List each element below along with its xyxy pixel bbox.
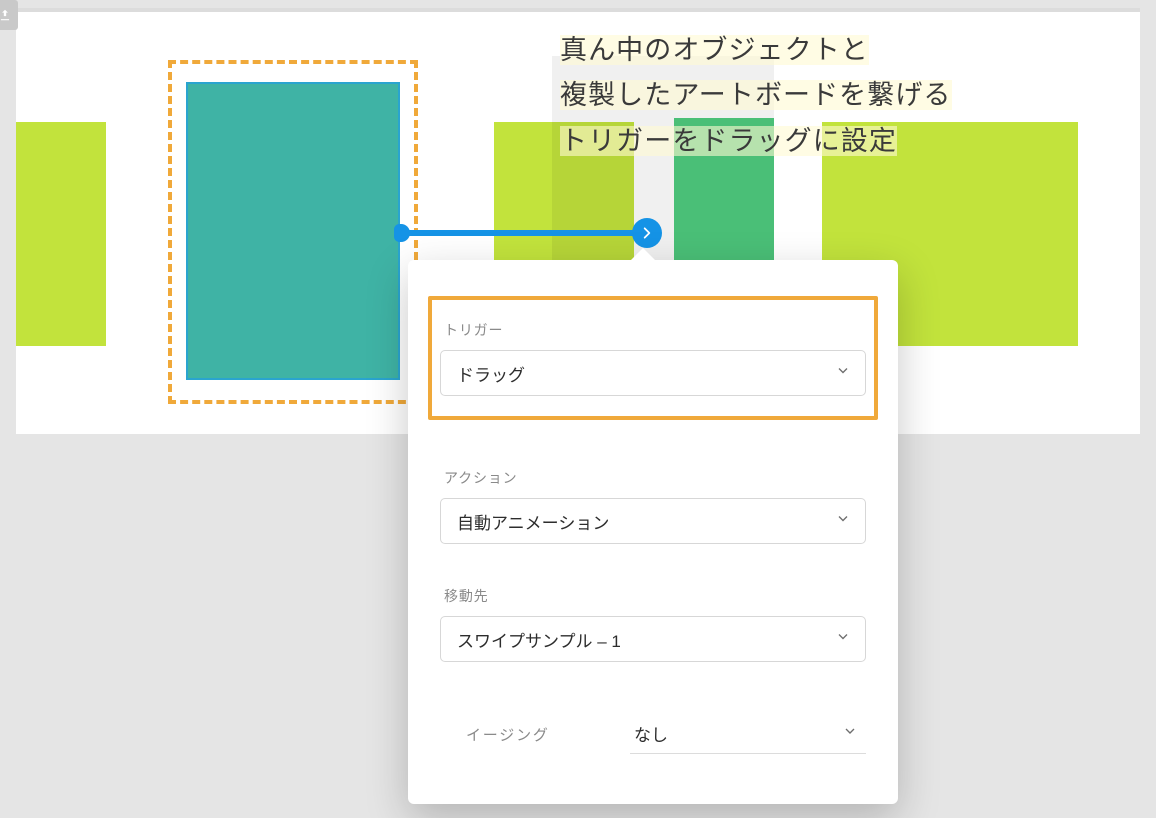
- trigger-dropdown[interactable]: ドラッグ: [440, 350, 866, 396]
- annotation-line-2: 複製したアートボードを繋げる: [560, 80, 952, 110]
- interaction-popover: トリガー ドラッグ アクション 自動アニメーション 移動先 スワイプサンプル –…: [408, 260, 898, 804]
- connector-arrow-icon[interactable]: [632, 218, 662, 248]
- action-value: 自動アニメーション: [457, 509, 609, 534]
- action-dropdown[interactable]: 自動アニメーション: [440, 498, 866, 544]
- chevron-down-icon: [835, 363, 851, 384]
- easing-dropdown[interactable]: なし: [630, 714, 866, 754]
- chevron-down-icon: [842, 723, 858, 744]
- annotation-line-3: トリガーをドラッグに設定: [560, 126, 897, 156]
- prototype-connector[interactable]: [400, 230, 638, 236]
- easing-label: イージング: [440, 724, 630, 745]
- destination-label: 移動先: [444, 586, 866, 606]
- action-label: アクション: [444, 468, 866, 488]
- green-block-left[interactable]: [16, 122, 106, 346]
- chevron-down-icon: [835, 629, 851, 650]
- trigger-label: トリガー: [444, 320, 866, 340]
- annotation-text: 真ん中のオブジェクトと 複製したアートボードを繋げる トリガーをドラッグに設定: [560, 28, 1036, 164]
- easing-value: なし: [634, 721, 668, 746]
- upload-icon[interactable]: [0, 0, 18, 30]
- canvas-stage: 真ん中のオブジェクトと 複製したアートボードを繋げる トリガーをドラッグに設定 …: [0, 0, 1156, 818]
- chevron-down-icon: [835, 511, 851, 532]
- trigger-value: ドラッグ: [457, 361, 525, 386]
- selected-center-object[interactable]: [186, 82, 400, 380]
- destination-value: スワイプサンプル – 1: [457, 627, 621, 652]
- destination-dropdown[interactable]: スワイプサンプル – 1: [440, 616, 866, 662]
- annotation-line-1: 真ん中のオブジェクトと: [560, 35, 869, 65]
